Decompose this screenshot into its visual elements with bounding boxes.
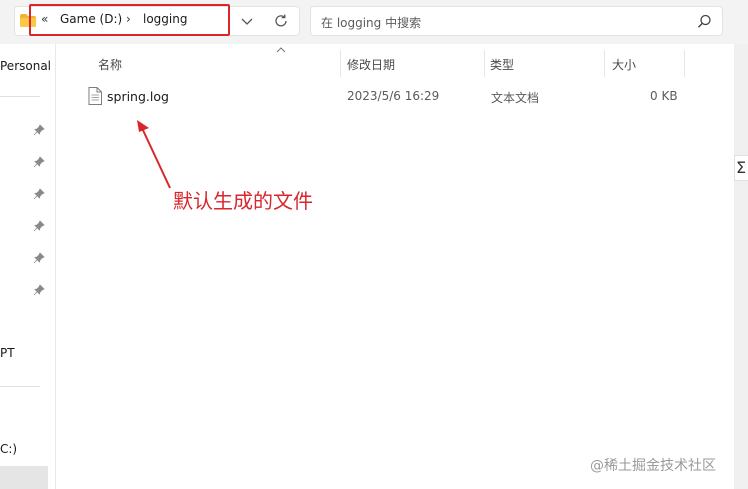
file-type: 文本文档 [491, 91, 540, 105]
search-icon[interactable] [697, 14, 712, 29]
column-divider[interactable] [604, 50, 605, 77]
navigation-pane: Personal PT C:) [0, 44, 56, 489]
file-date-modified: 2023/5/6 16:29 [347, 89, 440, 103]
pin-icon[interactable] [33, 252, 45, 264]
text-file-icon [88, 87, 102, 105]
title-bar: « Game (D:) › logging 在 logging 中搜索 [0, 0, 748, 44]
refresh-icon[interactable] [270, 10, 292, 32]
column-divider[interactable] [340, 50, 341, 77]
watermark-text: @稀土掘金技术社区 [590, 458, 716, 474]
column-divider[interactable] [684, 50, 685, 77]
search-box[interactable]: 在 logging 中搜索 [310, 6, 723, 36]
address-highlight-box [29, 4, 230, 36]
sort-ascending-icon [276, 47, 286, 53]
pin-icon[interactable] [33, 156, 45, 168]
column-header: 名称 修改日期 类型 大小 [66, 47, 686, 77]
column-type[interactable]: 类型 [490, 50, 514, 77]
annotation-label: 默认生成的文件 [173, 189, 313, 213]
annotation-arrow-icon [137, 120, 171, 189]
column-date-modified[interactable]: 修改日期 [347, 50, 395, 77]
nav-item-personal[interactable]: Personal [0, 59, 51, 73]
details-pane-edge [734, 44, 748, 489]
nav-item-selected[interactable] [0, 466, 48, 489]
sigma-icon: Σ [736, 158, 747, 177]
file-name[interactable]: spring.log [107, 89, 169, 104]
pin-icon[interactable] [33, 188, 45, 200]
file-row[interactable]: spring.log 2023/5/6 16:29 文本文档 0 KB [82, 85, 686, 109]
pin-icon[interactable] [33, 124, 45, 136]
search-input[interactable]: 在 logging 中搜索 [321, 14, 421, 31]
pin-icon[interactable] [33, 284, 45, 296]
pin-icon[interactable] [33, 220, 45, 232]
column-size[interactable]: 大小 [612, 50, 636, 77]
nav-item-pt[interactable]: PT [0, 346, 15, 360]
column-name[interactable]: 名称 [98, 50, 122, 77]
file-size: 0 KB [650, 89, 678, 103]
column-divider[interactable] [484, 50, 485, 77]
chevron-down-icon[interactable] [236, 10, 258, 32]
details-pane-tab[interactable]: Σ [734, 155, 748, 181]
nav-divider [0, 386, 40, 387]
nav-item-drive-c[interactable]: C:) [0, 442, 17, 456]
nav-divider [0, 96, 40, 97]
